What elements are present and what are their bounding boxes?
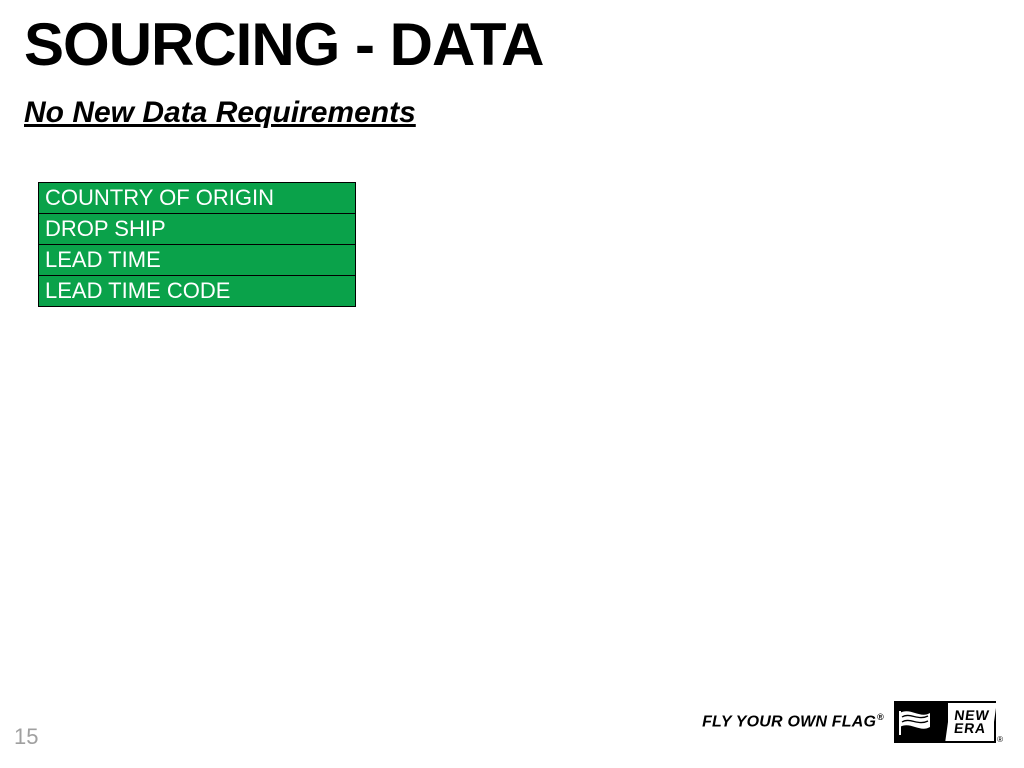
slide-subtitle: No New Data Requirements bbox=[24, 96, 416, 130]
register-mark: ® bbox=[877, 712, 884, 722]
brand-line2: ERA bbox=[953, 722, 987, 735]
data-fields-table: COUNTRY OF ORIGIN DROP SHIP LEAD TIME LE… bbox=[38, 182, 356, 307]
table-row: DROP SHIP bbox=[39, 214, 356, 245]
flag-icon bbox=[896, 703, 948, 741]
brand-tagline: FLY YOUR OWN FLAG® bbox=[702, 712, 884, 731]
tagline-text: FLY YOUR OWN FLAG bbox=[702, 714, 876, 731]
page-number: 15 bbox=[14, 724, 38, 750]
brand-logo: NEW ERA ® bbox=[894, 701, 996, 743]
footer-brand: FLY YOUR OWN FLAG® NEW ERA ® bbox=[702, 701, 996, 743]
field-cell: LEAD TIME CODE bbox=[39, 276, 356, 307]
table-row: LEAD TIME CODE bbox=[39, 276, 356, 307]
register-mark: ® bbox=[997, 735, 1003, 744]
field-cell: COUNTRY OF ORIGIN bbox=[39, 183, 356, 214]
table-row: COUNTRY OF ORIGIN bbox=[39, 183, 356, 214]
field-cell: DROP SHIP bbox=[39, 214, 356, 245]
field-cell: LEAD TIME bbox=[39, 245, 356, 276]
slide-title: SOURCING - DATA bbox=[24, 10, 543, 79]
table-row: LEAD TIME bbox=[39, 245, 356, 276]
brand-wordmark: NEW ERA bbox=[945, 703, 996, 741]
